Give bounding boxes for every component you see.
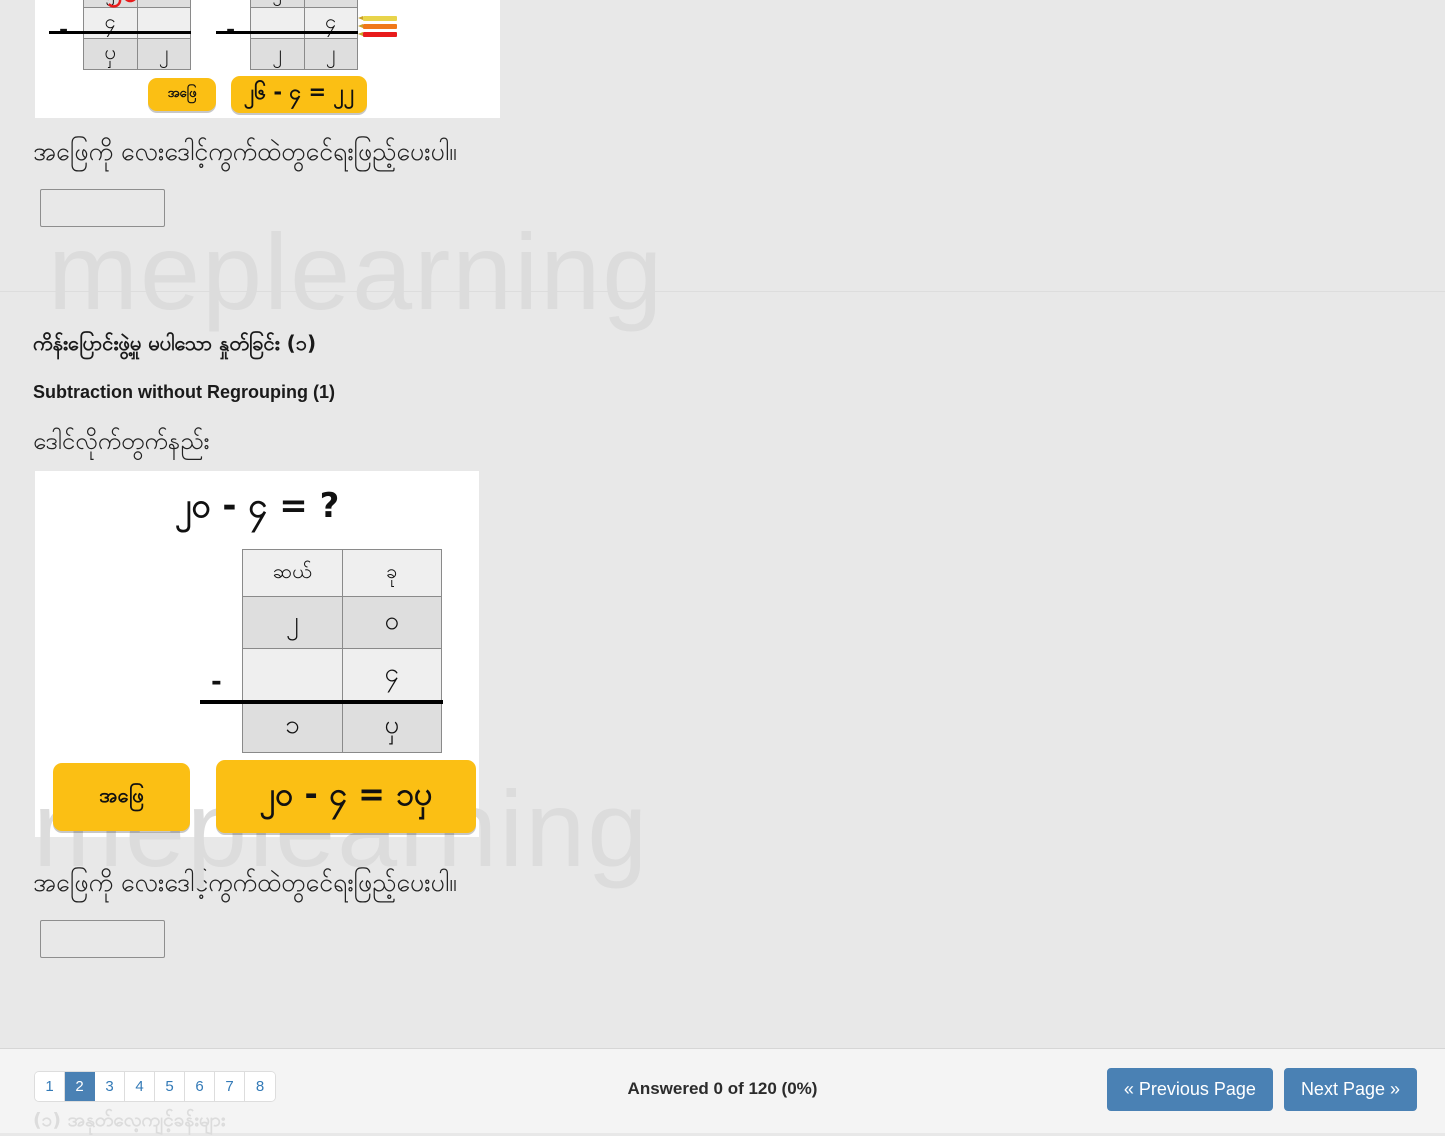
question-2-heading-en: Subtraction without Regrouping (1) <box>33 382 335 402</box>
cell: ၂ <box>250 0 305 8</box>
subtraction-rule <box>200 700 443 704</box>
figure-2-title: ၂၀ - ၄ = ? <box>174 486 340 526</box>
table-row: ၄ <box>242 648 442 701</box>
page-navigation: « Previous Page Next Page » <box>1106 1068 1417 1111</box>
pencil-orange-icon <box>358 24 397 29</box>
column-header-tens: ဆယ် <box>242 549 343 597</box>
table-row: ၂ ၀ <box>242 596 442 649</box>
cell: ၆ <box>303 0 358 8</box>
cell: ၂ <box>83 0 138 8</box>
quiz-scroll-area: - ၂ ၆ ၄ ၦ ၂ ၁ ၆ <box>0 0 1445 1048</box>
question-2-subheading-my: ဒေါင်လိုက်တွက်နည်း <box>33 427 210 455</box>
table-row: ၂ ၆ <box>83 0 191 8</box>
table-row: ၁ ၦ <box>242 700 442 753</box>
question-1-prompt: အဖြေကို လေးဒေါင့်ကွက်ထဲတွင်ေရးဖြည့်ပေးပါ… <box>33 137 457 166</box>
question-2-heading-my: ကိန်းပြောင်းဖွဲ့မှု မပါသော နှုတ်ခြင်း (၁… <box>33 331 317 355</box>
next-page-button[interactable]: Next Page » <box>1283 1068 1417 1111</box>
pencil-red-icon <box>358 32 397 37</box>
subtraction-rule <box>49 31 191 34</box>
cell: ၦ <box>83 38 138 70</box>
previous-page-button[interactable]: « Previous Page <box>1106 1068 1273 1111</box>
cell: ၂ <box>250 38 305 70</box>
table-row: ၦ ၂ <box>83 38 191 70</box>
cell: ၂ <box>136 38 191 70</box>
cell <box>242 648 343 701</box>
table-row: ၂ ၂ <box>250 38 358 70</box>
answer-equation-button-2[interactable]: ၂၀ - ၄ = ၁ၦ <box>216 760 476 833</box>
subtraction-rule <box>216 31 358 34</box>
next-section-title: (၁) အနုတ်လေ့ကျင့်ခန်းများ <box>33 1109 226 1131</box>
cell: ၀ <box>341 596 442 649</box>
show-answer-button-2[interactable]: အဖြေ <box>53 763 190 831</box>
pencil-yellow-icon <box>358 16 397 21</box>
cell: ၄ <box>341 648 442 701</box>
column-table: ၂ ၆ ၄ ၦ ၂ <box>83 0 191 70</box>
column-header-ones: ခု <box>341 549 442 597</box>
question-divider <box>0 291 1445 292</box>
question-2-answer-input[interactable] <box>40 920 165 958</box>
column-table: ၂ ၆ ၄ ၂ ၂ <box>250 0 358 70</box>
show-answer-button-1[interactable]: အဖြေ <box>148 78 216 111</box>
cell: ၆ <box>136 0 191 8</box>
pencils-icon <box>358 16 397 40</box>
cell: ၂ <box>303 38 358 70</box>
minus-sign: - <box>211 667 222 697</box>
column-table: ဆယ် ခု ၂ ၀ ၄ ၁ ၦ <box>242 549 442 753</box>
cell: ၦ <box>341 700 442 753</box>
answer-equation-button-1[interactable]: ၂၆ - ၄ = ၂၂ <box>231 76 367 113</box>
question-2-prompt: အဖြေကို လေးဒေါင့်ကွက်ထဲတွင်ေရးဖြည့်ပေးပါ… <box>33 868 457 897</box>
table-header-row: ဆယ် ခု <box>242 549 442 597</box>
cell: ၁ <box>242 700 343 753</box>
table-row: ၂ ၆ <box>250 0 358 8</box>
cell: ၂ <box>242 596 343 649</box>
question-1-answer-input[interactable] <box>40 189 165 227</box>
watermark-top: meplearning <box>48 211 665 332</box>
